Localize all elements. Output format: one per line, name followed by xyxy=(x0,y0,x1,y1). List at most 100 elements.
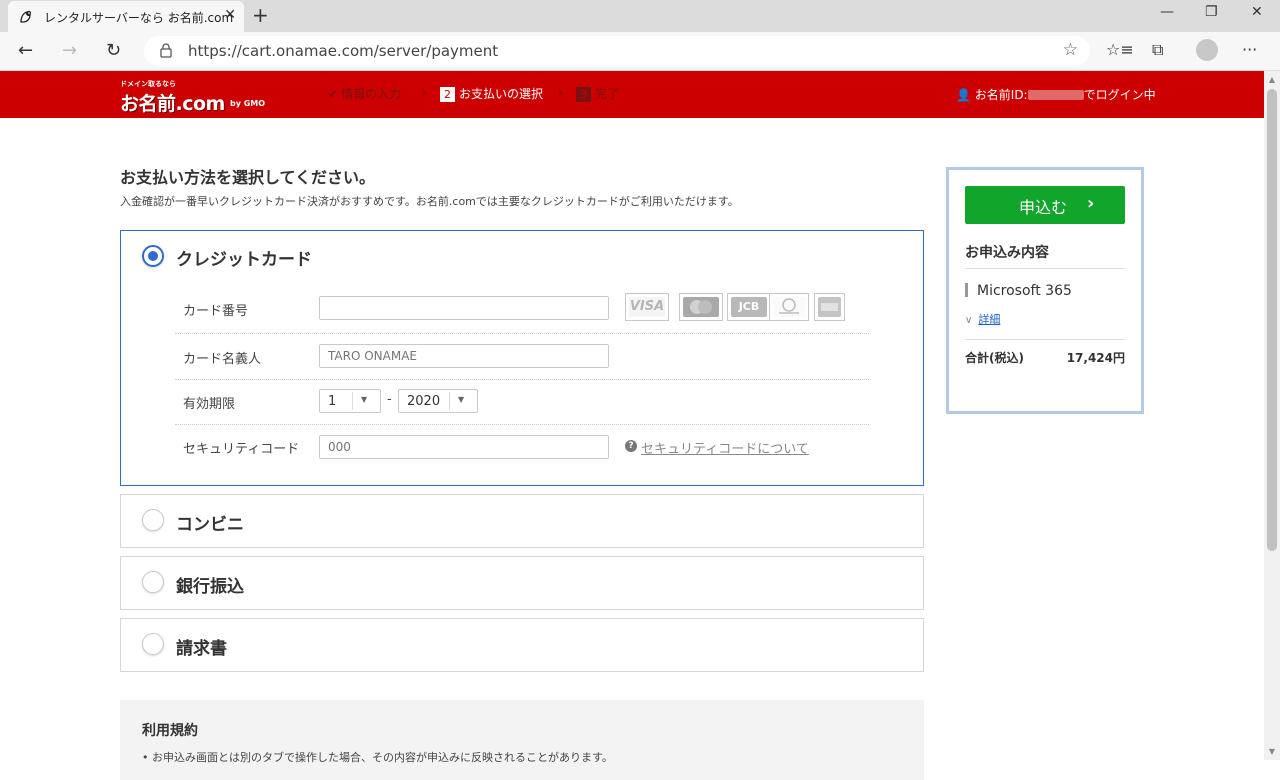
option-label: コンビニ xyxy=(176,515,244,535)
card-number-label: カード番号 xyxy=(183,304,249,319)
expiry-label: 有効期限 xyxy=(183,397,236,412)
favorite-star-icon[interactable]: ☆ xyxy=(1063,40,1078,60)
url-text: https://cart.onamae.com/server/payment xyxy=(188,42,499,60)
expiry-month-value: 1 xyxy=(328,394,337,409)
card-name-row: カード名義人 xyxy=(175,334,869,380)
order-summary-panel: 申込む › お申込み内容 Microsoft 365 ∨ 詳細 合計(税込) 17… xyxy=(946,167,1144,414)
option-label: クレジットカード xyxy=(176,250,312,270)
collections-icon[interactable]: ⧉ xyxy=(1152,40,1163,60)
expiry-year-value: 2020 xyxy=(407,394,441,409)
payment-option-credit-card[interactable]: クレジットカード カード番号 VISA JCB カード名義人 TARO ONAM… xyxy=(120,230,924,486)
apply-button[interactable]: 申込む › xyxy=(965,186,1125,224)
diners-circle-icon xyxy=(779,298,799,314)
logo-text: お名前.com xyxy=(120,93,225,115)
new-tab-icon[interactable]: + xyxy=(252,3,269,27)
chevron-right-icon: › xyxy=(1087,193,1095,214)
minimize-icon[interactable]: — xyxy=(1160,4,1174,20)
security-code-row: セキュリティコード ? セキュリティコードについて xyxy=(175,425,869,471)
step-label: お支払いの選択 xyxy=(459,87,544,101)
total-value: 17,424円 xyxy=(1066,351,1125,365)
apply-button-label: 申込む xyxy=(1019,198,1068,217)
caret-down-icon: ▼ xyxy=(361,395,368,404)
summary-heading: お申込み内容 xyxy=(965,245,1049,261)
user-icon: 👤 xyxy=(956,88,971,102)
step-label: 情報の入力 xyxy=(341,87,402,101)
security-code-help-link[interactable]: セキュリティコードについて xyxy=(641,438,809,457)
card-number-input[interactable] xyxy=(319,296,609,320)
close-tab-icon[interactable]: ✕ xyxy=(224,7,236,23)
summary-detail-toggle[interactable]: ∨ 詳細 xyxy=(965,311,1000,327)
terms-heading: 利用規約 xyxy=(142,723,198,739)
login-status: 👤 お名前ID: でログイン中 xyxy=(956,86,1156,103)
invoice-radio[interactable] xyxy=(142,633,164,655)
page-title: お支払い方法を選択してください。 xyxy=(120,168,376,187)
total-label: 合計(税込) xyxy=(965,351,1024,365)
scroll-down-arrow-icon[interactable]: ▼ xyxy=(1264,747,1280,756)
lock-icon xyxy=(160,43,172,58)
payment-option-convenience-store[interactable]: コンビニ xyxy=(120,494,924,548)
detail-link[interactable]: 詳細 xyxy=(978,313,1000,326)
expiry-row: 有効期限 1 ▼ - 2020 ▼ xyxy=(175,380,869,425)
tab-title: レンタルサーバーなら お名前.com xyxy=(44,11,234,25)
chevron-right-icon: › xyxy=(422,85,428,101)
browser-toolbar: ← → ↻ https://cart.onamae.com/server/pay… xyxy=(0,32,1280,71)
step-number: 2 xyxy=(440,87,455,102)
expiry-year-select[interactable]: 2020 ▼ xyxy=(398,389,478,413)
visa-logo-icon: VISA xyxy=(625,293,669,321)
help-question-icon: ? xyxy=(625,440,637,452)
page-scrollbar[interactable]: ▲ ▼ xyxy=(1264,71,1280,760)
security-code-input[interactable] xyxy=(319,435,609,459)
summary-item: Microsoft 365 xyxy=(965,283,1072,299)
card-number-row: カード番号 VISA JCB xyxy=(175,289,869,334)
select-divider xyxy=(449,392,450,410)
summary-divider xyxy=(965,339,1125,340)
forward-icon[interactable]: → xyxy=(62,40,77,61)
summary-item-name: Microsoft 365 xyxy=(977,283,1072,299)
refresh-icon[interactable]: ↻ xyxy=(106,40,121,61)
chevron-right-icon: › xyxy=(558,85,564,101)
address-bar[interactable]: https://cart.onamae.com/server/payment ☆ xyxy=(144,36,1090,66)
checkmark-icon: ✔ xyxy=(328,87,339,101)
step-payment: 2 お支払いの選択 xyxy=(440,85,543,102)
browser-tab[interactable]: レンタルサーバーなら お名前.com ✕ xyxy=(8,1,244,32)
card-brand-logos: VISA JCB xyxy=(625,293,865,323)
payment-option-invoice[interactable]: 請求書 xyxy=(120,618,924,672)
convenience-store-radio[interactable] xyxy=(142,509,164,531)
browser-tab-bar: レンタルサーバーなら お名前.com ✕ + — ❐ ✕ xyxy=(0,0,1280,32)
scrollbar-thumb[interactable] xyxy=(1267,89,1277,551)
credit-card-radio[interactable] xyxy=(142,245,164,267)
payment-option-bank-transfer[interactable]: 銀行振込 xyxy=(120,556,924,610)
page-description: 入金確認が一番早いクレジットカード決済がおすすめです。お名前.comでは主要なク… xyxy=(120,195,739,208)
favorites-icon[interactable]: ☆≡ xyxy=(1106,40,1134,59)
terms-section: 利用規約 • お申込み画面とは別のタブで操作した場合、その内容が申込みに反映され… xyxy=(120,700,924,780)
bank-transfer-radio[interactable] xyxy=(142,571,164,593)
profile-avatar[interactable] xyxy=(1196,39,1218,61)
masked-user-id xyxy=(1027,90,1084,100)
site-favicon-icon xyxy=(20,10,32,23)
chevron-down-icon: ∨ xyxy=(965,315,973,326)
mastercard-circles-icon xyxy=(690,300,712,314)
card-name-label: カード名義人 xyxy=(183,352,262,367)
scroll-up-arrow-icon[interactable]: ▲ xyxy=(1264,75,1280,84)
card-name-input[interactable] xyxy=(319,344,609,368)
step-complete: 3 完了 xyxy=(576,85,619,102)
mastercard-logo-icon xyxy=(679,293,723,321)
onamae-logo[interactable]: ドメイン取るなら お名前.com by GMO xyxy=(120,77,270,115)
more-menu-icon[interactable]: ··· xyxy=(1242,40,1257,59)
option-label: 銀行振込 xyxy=(176,577,244,597)
item-marker xyxy=(965,283,968,297)
restore-icon[interactable]: ❐ xyxy=(1205,4,1218,20)
site-header: ドメイン取るなら お名前.com by GMO ✔ 情報の入力 › 2 お支払いの選… xyxy=(0,71,1264,118)
select-divider xyxy=(352,392,353,410)
back-icon[interactable]: ← xyxy=(18,40,33,61)
expiry-month-select[interactable]: 1 ▼ xyxy=(319,389,381,413)
expiry-separator: - xyxy=(387,392,392,407)
close-window-icon[interactable]: ✕ xyxy=(1251,4,1263,20)
step-number: 3 xyxy=(576,87,591,102)
login-prefix: お名前ID: xyxy=(974,88,1028,102)
option-label: 請求書 xyxy=(176,639,227,659)
amex-band xyxy=(821,303,838,311)
step-input: ✔ 情報の入力 xyxy=(328,85,401,102)
step-label: 完了 xyxy=(595,87,620,101)
logo-gmo: by GMO xyxy=(230,99,266,108)
